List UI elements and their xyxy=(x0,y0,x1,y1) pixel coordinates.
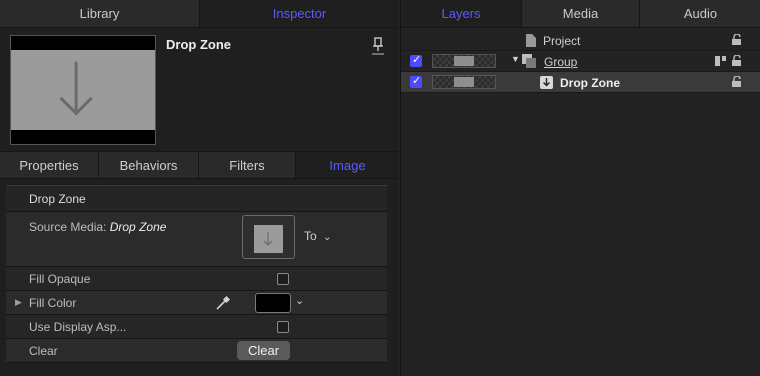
group-thumbnail xyxy=(432,54,496,68)
layer-label-drop-zone: Drop Zone xyxy=(560,76,620,90)
source-media-label: Source Media: Drop Zone xyxy=(29,220,167,234)
disclosure-triangle-icon[interactable]: ▼ xyxy=(511,54,520,64)
inspector-title: Drop Zone xyxy=(166,37,231,52)
fill-color-row: ▶ Fill Color ⌄ xyxy=(6,291,387,315)
down-arrow-icon xyxy=(263,232,273,246)
to-menu[interactable]: To ⌄ xyxy=(304,229,331,243)
tab-image[interactable]: Image xyxy=(295,152,399,178)
section-title: Drop Zone xyxy=(29,191,86,206)
clear-label: Clear xyxy=(29,343,58,358)
lock-icon[interactable] xyxy=(731,76,743,88)
layer-label-project: Project xyxy=(543,34,581,48)
disclosure-triangle-icon[interactable]: ▶ xyxy=(15,297,22,308)
layer-row-drop-zone[interactable]: Drop Zone xyxy=(401,72,760,93)
layer-row-group[interactable]: ▼ Group xyxy=(401,51,760,72)
layer-label-group: Group xyxy=(544,55,578,69)
document-icon xyxy=(526,34,536,47)
group-icon xyxy=(522,54,536,68)
fill-opaque-label: Fill Opaque xyxy=(29,271,91,286)
tab-library[interactable]: Library xyxy=(0,0,199,27)
fill-color-label: Fill Color xyxy=(29,295,77,310)
source-media-well[interactable] xyxy=(242,215,295,259)
lock-icon[interactable] xyxy=(731,34,743,46)
tab-filters[interactable]: Filters xyxy=(198,152,295,178)
pin-icon[interactable] xyxy=(371,37,385,55)
use-display-row: Use Display Asp... xyxy=(6,315,387,339)
layer-options-icon[interactable] xyxy=(715,55,727,67)
group-visibility-checkbox[interactable] xyxy=(410,53,422,67)
chevron-down-icon[interactable]: ⌄ xyxy=(295,294,304,307)
source-media-row: Source Media: Drop Zone To ⌄ xyxy=(6,212,387,267)
drop-zone-visibility-checkbox[interactable] xyxy=(410,74,422,88)
fill-color-swatch[interactable] xyxy=(255,293,291,313)
chevron-down-icon: ⌄ xyxy=(323,232,332,243)
use-display-checkbox[interactable] xyxy=(277,321,289,333)
drop-zone-icon xyxy=(540,76,553,89)
clear-button[interactable]: Clear xyxy=(237,341,290,360)
layer-row-project[interactable]: Project xyxy=(401,30,760,51)
source-thumbnail xyxy=(254,225,283,253)
section-header: Drop Zone xyxy=(6,185,387,212)
layers-pane: Layers Media Audio Project ▼ Group xyxy=(400,0,760,376)
right-tab-bar: Layers Media Audio xyxy=(401,0,760,28)
inspector-header: Drop Zone xyxy=(0,29,399,150)
eyedropper-icon[interactable] xyxy=(215,295,231,311)
preview-thumbnail xyxy=(10,35,156,145)
tab-media[interactable]: Media xyxy=(521,0,639,27)
tab-inspector[interactable]: Inspector xyxy=(199,0,399,27)
image-properties: Drop Zone Source Media: Drop Zone To ⌄ F… xyxy=(6,185,387,363)
clear-row: Clear Clear xyxy=(6,339,387,363)
drop-zone-preview xyxy=(11,50,155,130)
down-arrow-icon xyxy=(59,61,93,116)
use-display-label: Use Display Asp... xyxy=(29,319,127,334)
fill-opaque-row: Fill Opaque xyxy=(6,267,387,291)
lock-icon[interactable] xyxy=(731,55,743,67)
drop-zone-thumbnail xyxy=(432,75,496,89)
left-tab-bar: Library Inspector xyxy=(0,0,399,28)
tab-audio[interactable]: Audio xyxy=(639,0,760,27)
inspector-pane: Library Inspector Drop Zone Properties B… xyxy=(0,0,399,376)
inspector-subtabs: Properties Behaviors Filters Image xyxy=(0,151,399,179)
tab-layers[interactable]: Layers xyxy=(401,0,521,27)
tab-properties[interactable]: Properties xyxy=(0,152,98,178)
tab-behaviors[interactable]: Behaviors xyxy=(98,152,198,178)
fill-opaque-checkbox[interactable] xyxy=(277,273,289,285)
